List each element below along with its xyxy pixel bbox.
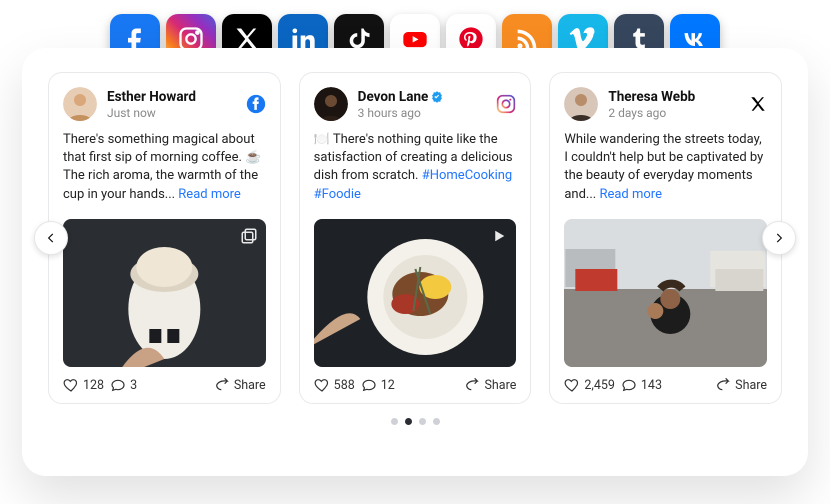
read-more-link[interactable]: Read more	[178, 187, 241, 202]
avatar	[63, 87, 97, 121]
author-name: Esther Howard	[107, 89, 196, 105]
video-icon	[490, 227, 508, 249]
like-count: 128	[83, 378, 104, 393]
share-button[interactable]: Share	[214, 377, 266, 393]
carousel-dot[interactable]	[405, 418, 412, 425]
post-carousel: Esther Howard Just now There's something…	[48, 72, 782, 404]
like-count: 2,459	[584, 378, 615, 393]
post-media[interactable]	[314, 219, 517, 367]
post-time: Just now	[107, 106, 196, 120]
carousel-dots	[48, 418, 782, 425]
carousel-dot[interactable]	[391, 418, 398, 425]
author-name: Devon Lane	[358, 89, 445, 105]
like-button[interactable]: 588	[314, 377, 355, 393]
like-button[interactable]: 2,459	[564, 377, 615, 393]
post-time: 3 hours ago	[358, 106, 445, 120]
post-card: Theresa Webb 2 days ago While wandering …	[549, 72, 782, 404]
post-text: While wandering the streets today, I cou…	[564, 131, 767, 205]
share-button[interactable]: Share	[715, 377, 767, 393]
carousel-dot[interactable]	[433, 418, 440, 425]
post-text: 🍽️ There's nothing quite like the satisf…	[314, 131, 517, 205]
comment-count: 143	[641, 378, 662, 393]
like-count: 588	[334, 378, 355, 393]
comment-count: 3	[130, 378, 137, 393]
x-icon	[749, 95, 767, 113]
author-name: Theresa Webb	[608, 89, 695, 105]
post-card: Devon Lane 3 hours ago 🍽️ There's nothin…	[299, 72, 532, 404]
avatar	[564, 87, 598, 121]
comment-button[interactable]: 3	[110, 377, 137, 393]
read-more-link[interactable]: Read more	[599, 187, 662, 202]
avatar	[314, 87, 348, 121]
gallery-icon	[240, 227, 258, 249]
comment-button[interactable]: 143	[621, 377, 662, 393]
post-media[interactable]	[63, 219, 266, 367]
carousel-next-button[interactable]	[762, 221, 796, 255]
carousel-dot[interactable]	[419, 418, 426, 425]
comment-button[interactable]: 12	[361, 377, 395, 393]
comment-count: 12	[381, 378, 395, 393]
post-text: There's something magical about that fir…	[63, 131, 266, 205]
share-button[interactable]: Share	[464, 377, 516, 393]
verified-icon	[430, 90, 444, 104]
facebook-icon	[246, 94, 266, 114]
post-media[interactable]	[564, 219, 767, 367]
post-time: 2 days ago	[608, 106, 695, 120]
instagram-icon	[496, 94, 516, 114]
carousel-prev-button[interactable]	[34, 221, 68, 255]
feed-widget: Esther Howard Just now There's something…	[22, 48, 808, 476]
like-button[interactable]: 128	[63, 377, 104, 393]
post-card: Esther Howard Just now There's something…	[48, 72, 281, 404]
